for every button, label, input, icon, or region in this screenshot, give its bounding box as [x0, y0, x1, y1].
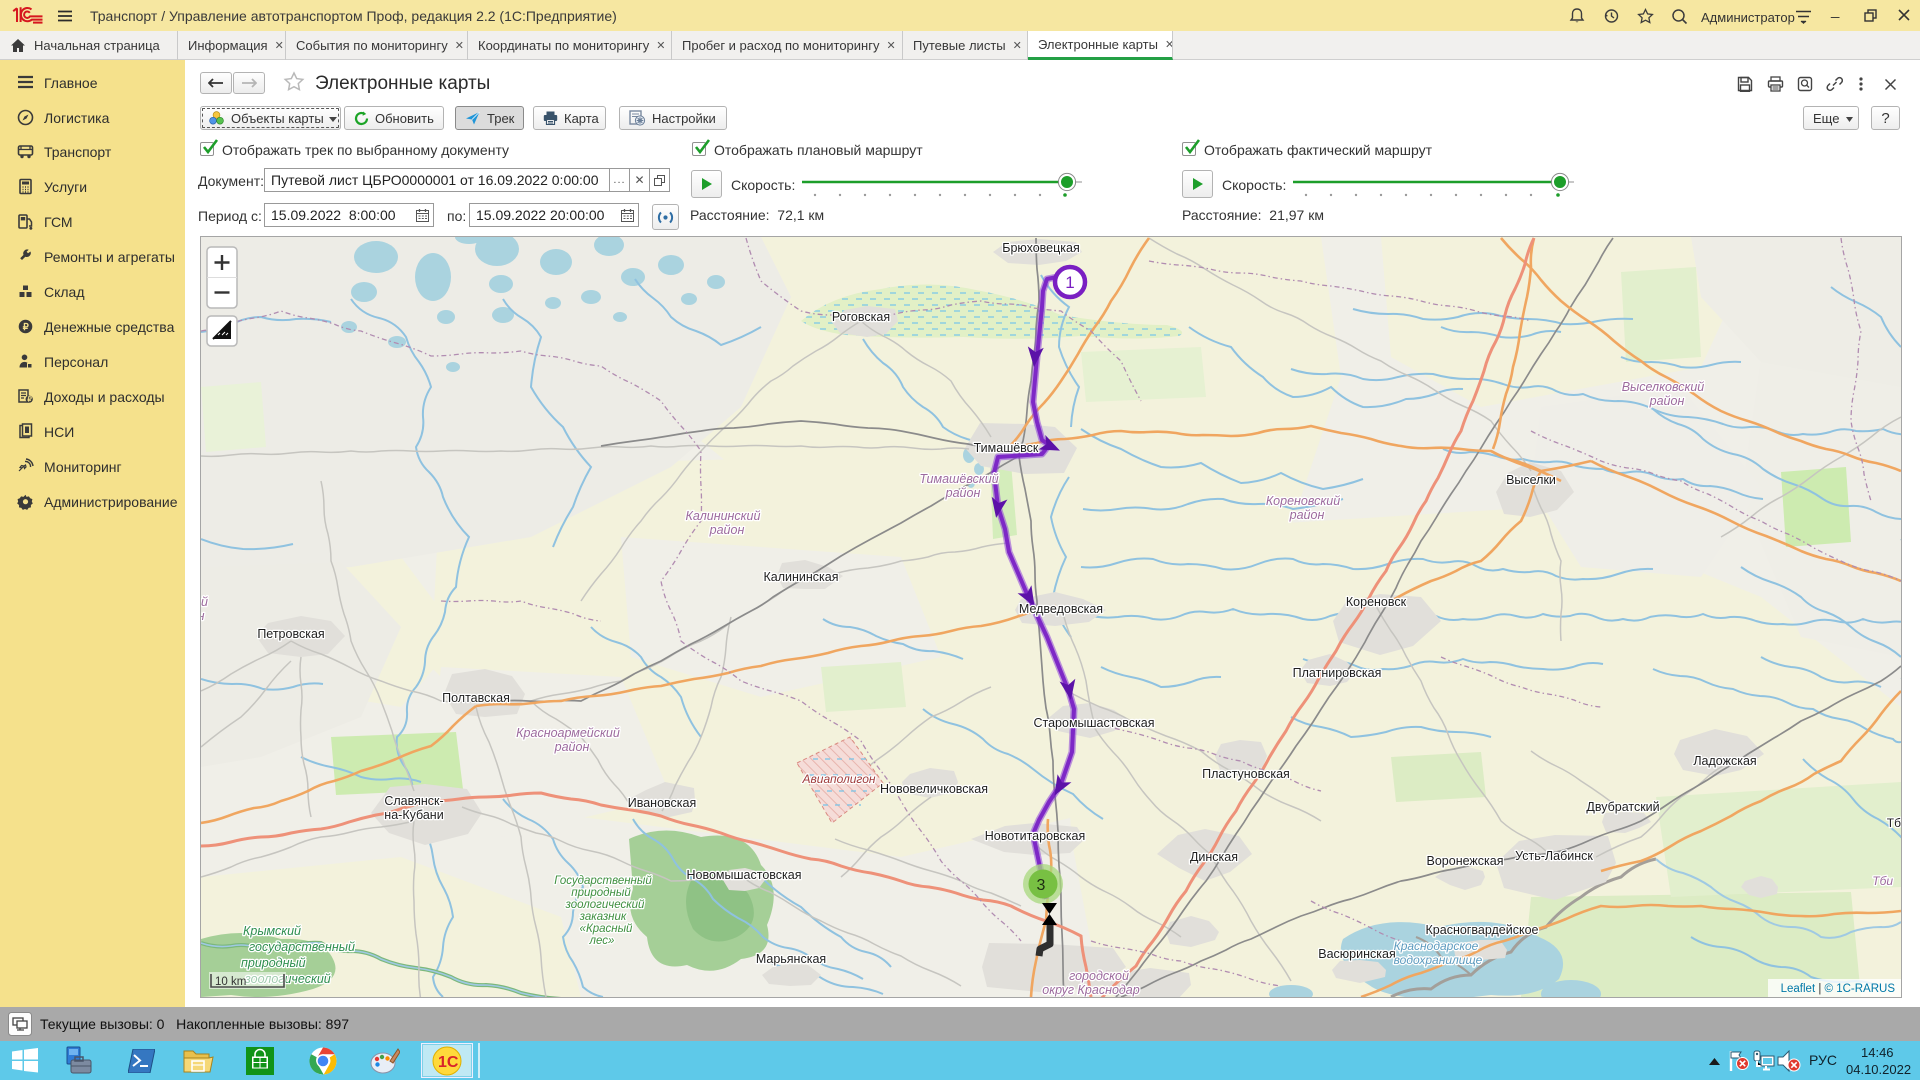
svg-text:Усть-Лабинск: Усть-Лабинск	[1515, 849, 1593, 863]
svg-text:государственный: государственный	[249, 940, 355, 954]
svg-text:водохранилище: водохранилище	[1394, 953, 1483, 967]
svg-text:Авиаполигон: Авиаполигон	[802, 772, 876, 786]
svg-text:ий: ий	[201, 595, 208, 609]
svg-text:Тимашёвск: Тимашёвск	[974, 441, 1039, 455]
svg-text:природный: природный	[241, 956, 306, 970]
svg-text:Ивановская: Ивановская	[628, 796, 697, 810]
svg-text:Крымский: Крымский	[243, 924, 301, 938]
svg-text:Красногвардейское: Красногвардейское	[1426, 923, 1539, 937]
svg-text:Васюринская: Васюринская	[1318, 947, 1395, 961]
svg-text:₽: ₽	[27, 396, 32, 404]
svg-text:Нововеличковская: Нововеличковская	[880, 782, 988, 796]
svg-text:район: район	[1289, 508, 1325, 522]
svg-text:Новотитаровская: Новотитаровская	[985, 829, 1086, 843]
svg-text:Тимашёвский: Тимашёвский	[919, 472, 998, 486]
svg-text:Славянск-: Славянск-	[384, 794, 443, 808]
svg-text:Медведовская: Медведовская	[1019, 602, 1103, 616]
svg-text:Платнировская: Платнировская	[1293, 666, 1382, 680]
svg-text:Выселковский: Выселковский	[1622, 380, 1705, 394]
svg-text:Двубратский: Двубратский	[1586, 800, 1659, 814]
svg-text:район: район	[945, 486, 981, 500]
svg-text:Тби: Тби	[1872, 874, 1893, 888]
svg-text:Leaflet | © 1C-RARUS: Leaflet | © 1C-RARUS	[1781, 983, 1896, 995]
svg-text:природный: природный	[571, 887, 631, 899]
svg-text:1С: 1С	[438, 1054, 459, 1071]
svg-text:₽: ₽	[23, 322, 30, 333]
svg-text:Красноармейский: Красноармейский	[516, 726, 620, 740]
svg-text:район: район	[709, 523, 745, 537]
svg-text:Полтавская: Полтавская	[442, 691, 510, 705]
svg-text:Тб: Тб	[1887, 816, 1901, 830]
svg-text:н: н	[201, 609, 205, 623]
svg-text:1: 1	[1065, 273, 1074, 292]
svg-text:Новомышастовская: Новомышастовская	[687, 868, 802, 882]
svg-text:район: район	[554, 740, 590, 754]
svg-text:заказник: заказник	[579, 911, 627, 923]
svg-text:район: район	[1649, 394, 1685, 408]
svg-text:10 km: 10 km	[215, 976, 246, 988]
svg-text:зоологический: зоологический	[565, 899, 645, 911]
svg-text:3: 3	[1037, 877, 1046, 894]
svg-text:Петровская: Петровская	[257, 627, 324, 641]
svg-text:Воронежская: Воронежская	[1427, 854, 1504, 868]
svg-text:Калининский: Калининский	[686, 509, 761, 523]
svg-text:на-Кубани: на-Кубани	[384, 808, 443, 822]
svg-text:Динская: Динская	[1190, 850, 1238, 864]
svg-text:Марьянская: Марьянская	[756, 952, 826, 966]
svg-text:Кореновск: Кореновск	[1346, 595, 1407, 609]
svg-text:городской: городской	[1069, 969, 1129, 983]
svg-text:Государственный: Государственный	[554, 875, 652, 887]
svg-text:Роговская: Роговская	[832, 310, 890, 324]
svg-text:Брюховецкая: Брюховецкая	[1002, 241, 1080, 255]
svg-text:округ Краснодар: округ Краснодар	[1042, 983, 1139, 997]
svg-text:лес»: лес»	[589, 935, 615, 947]
svg-text:Калининская: Калининская	[763, 570, 838, 584]
svg-text:Старомышастовская: Старомышастовская	[1033, 716, 1154, 730]
svg-text:«Красный: «Красный	[580, 923, 634, 935]
svg-text:Пластуновская: Пластуновская	[1202, 767, 1290, 781]
svg-text:Краснодарское: Краснодарское	[1394, 939, 1479, 953]
svg-text:Кореновский: Кореновский	[1266, 494, 1340, 508]
svg-text:Выселки: Выселки	[1506, 473, 1556, 487]
svg-text:Ладожская: Ладожская	[1693, 754, 1756, 768]
